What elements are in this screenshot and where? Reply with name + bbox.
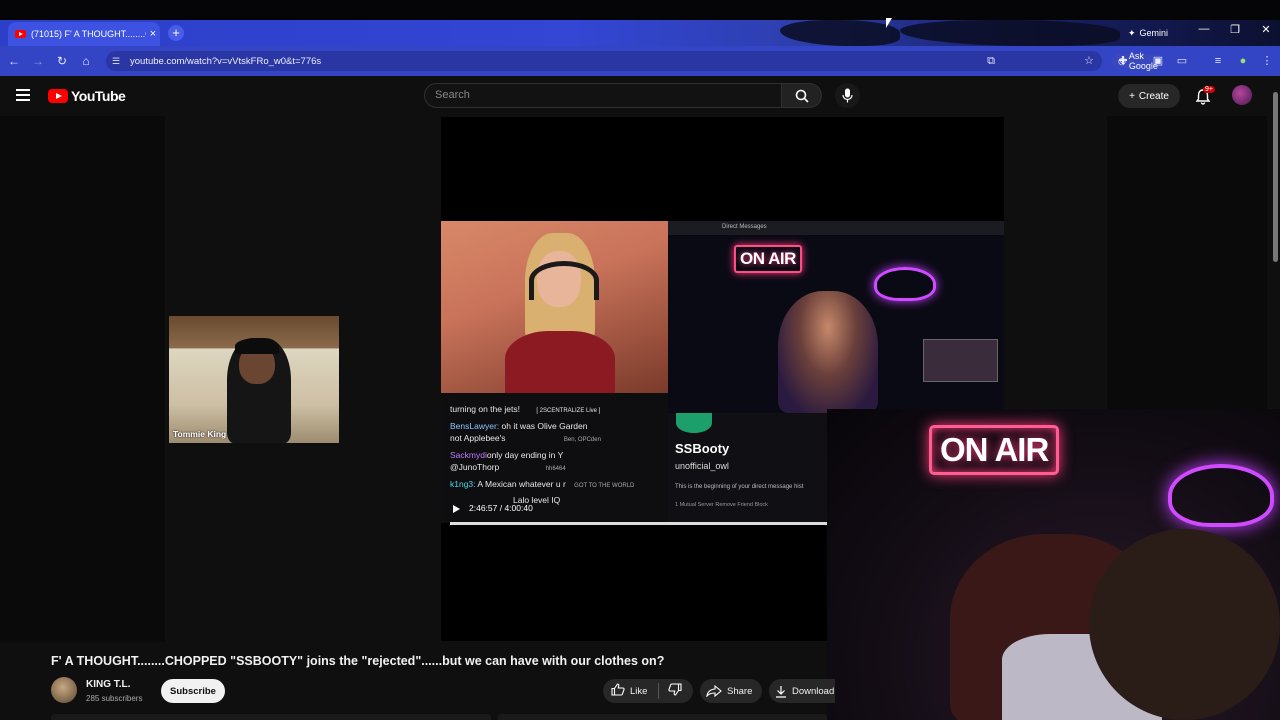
video-frame-streamer-right: Direct Messages ON AIR bbox=[668, 221, 1004, 413]
like-divider bbox=[658, 683, 660, 699]
window-minimize-button[interactable]: — bbox=[1194, 23, 1214, 35]
dm-handle: unofficial_owl bbox=[675, 461, 729, 471]
streamer-figure bbox=[778, 291, 878, 413]
mouse-cursor bbox=[886, 18, 892, 28]
guide-menu-icon[interactable] bbox=[16, 89, 30, 101]
webcam-overlay-tommie: Tommie King bbox=[169, 316, 339, 443]
chat-line: not Applebee's Ben, OPCden bbox=[450, 433, 601, 443]
create-label: Create bbox=[1138, 90, 1169, 102]
youtube-wordmark: YouTube bbox=[71, 88, 126, 104]
chat-line: turning on the jets! [ 2SCENTRALIZE Live… bbox=[450, 404, 601, 414]
search-input[interactable]: Search bbox=[424, 83, 782, 108]
page-scrollbar[interactable] bbox=[1273, 92, 1278, 262]
picture-in-picture-cam bbox=[923, 339, 998, 382]
chat-line: k1ng3: A Mexican whatever u r GOT TO THE… bbox=[450, 479, 635, 489]
chat-line: BensLawyer: oh it was Olive Garden bbox=[450, 421, 588, 431]
back-arrow-icon[interactable]: ← bbox=[6, 53, 22, 69]
dm-actions-text: 1 Mutual Server Remove Friend Block bbox=[675, 502, 768, 508]
share-arrow-icon bbox=[706, 685, 722, 697]
on-air-sign-large: ON AIR bbox=[929, 425, 1060, 475]
like-button-label[interactable]: Like bbox=[630, 686, 647, 697]
subscriber-count: 285 subscribers bbox=[86, 694, 143, 703]
gemini-button[interactable]: ✦ Gemini bbox=[1122, 25, 1174, 41]
webcam-name-label: Tommie King bbox=[173, 429, 227, 439]
forward-arrow-icon[interactable]: → bbox=[30, 53, 46, 69]
dislike-icon[interactable] bbox=[668, 683, 682, 699]
stream-timecode: 2:46:57 / 4:00:40 bbox=[469, 503, 533, 513]
related-panel-edge bbox=[498, 714, 827, 720]
reload-icon[interactable]: ↻ bbox=[54, 53, 70, 69]
site-info-icon[interactable]: ☰ bbox=[112, 56, 126, 67]
video-title: F' A THOUGHT........CHOPPED "SSBOOTY" jo… bbox=[51, 654, 665, 668]
create-button[interactable]: + Create bbox=[1118, 84, 1180, 108]
dm-username: SSBooty bbox=[675, 441, 730, 456]
stream-play-icon bbox=[453, 505, 460, 513]
neon-cat-sign-small bbox=[874, 267, 936, 301]
reading-mode-icon[interactable]: ▣ bbox=[1151, 54, 1165, 68]
chat-line: @JunoThorp hh6464 bbox=[450, 462, 566, 472]
youtube-masthead: YouTube Search + Create 9+ bbox=[0, 76, 1280, 116]
address-url[interactable]: youtube.com/watch?v=vVtskFRo_w0&t=776s bbox=[130, 56, 321, 67]
new-tab-button[interactable]: + bbox=[168, 25, 184, 41]
youtube-favicon-icon bbox=[15, 30, 26, 38]
youtube-logo[interactable]: YouTube bbox=[48, 88, 126, 104]
subscribe-button[interactable]: Subscribe bbox=[161, 679, 225, 703]
dm-header-label: Direct Messages bbox=[722, 224, 767, 230]
profile-extension-icon[interactable]: ● bbox=[1236, 54, 1250, 68]
description-box-edge bbox=[51, 714, 491, 720]
browser-tab-bar: (71015) F' A THOUGHT........CH × + ✦ Gem… bbox=[0, 20, 1280, 46]
microphone-icon bbox=[842, 88, 853, 103]
install-app-icon[interactable]: ⧉ bbox=[984, 54, 998, 68]
dm-header-bar: Direct Messages bbox=[668, 221, 1004, 235]
cast-icon[interactable]: ▭ bbox=[1175, 54, 1189, 68]
share-button[interactable]: Share bbox=[700, 679, 762, 703]
dm-user-avatar bbox=[676, 413, 712, 433]
window-close-button[interactable]: ✕ bbox=[1256, 23, 1276, 36]
chat-line: Sackmydionly day ending in Y bbox=[450, 450, 564, 460]
wallpaper-tree-left bbox=[780, 20, 900, 46]
share-label: Share bbox=[727, 685, 753, 697]
gemini-label: Gemini bbox=[1139, 28, 1169, 38]
account-avatar[interactable] bbox=[1232, 85, 1252, 105]
search-placeholder: Search bbox=[435, 89, 470, 101]
video-frame-streamer-left bbox=[441, 221, 668, 393]
discord-dm-pane: SSBooty unofficial_owl This is the begin… bbox=[668, 413, 828, 523]
neon-cat-sign-large bbox=[1168, 464, 1274, 527]
voice-search-button[interactable] bbox=[835, 83, 860, 108]
screen-top-strip bbox=[0, 0, 1280, 20]
webcam-overlay-streamer: ON AIR bbox=[827, 409, 1280, 720]
bookmark-star-icon[interactable]: ☆ bbox=[1082, 54, 1096, 68]
browser-toolbar: ← → ↻ ⌂ ☰ youtube.com/watch?v=vVtskFRo_w… bbox=[0, 46, 1280, 76]
streamer-hair bbox=[1089, 529, 1280, 720]
tab-close-icon[interactable]: × bbox=[146, 28, 160, 40]
channel-avatar[interactable] bbox=[51, 677, 77, 703]
plus-icon: + bbox=[1129, 90, 1135, 102]
channel-name[interactable]: KING T.L. bbox=[86, 679, 130, 690]
download-button[interactable]: Download bbox=[769, 679, 835, 703]
home-icon[interactable]: ⌂ bbox=[78, 53, 94, 69]
dm-intro-text: This is the beginning of your direct mes… bbox=[675, 484, 804, 490]
address-bar[interactable]: ☰ youtube.com/watch?v=vVtskFRo_w0&t=776s… bbox=[106, 51, 1164, 71]
youtube-play-logo-icon bbox=[48, 89, 68, 103]
download-label: Download bbox=[792, 685, 835, 697]
ambient-glow-left bbox=[0, 116, 165, 642]
like-icon[interactable] bbox=[611, 683, 625, 699]
tab-search-icon[interactable]: ≡ bbox=[1211, 54, 1225, 68]
stream-progress-bar bbox=[450, 522, 827, 525]
tab-title: (71015) F' A THOUGHT........CH bbox=[31, 29, 146, 39]
wallpaper-tree-right bbox=[900, 20, 1120, 46]
on-air-sign-small: ON AIR bbox=[734, 245, 802, 273]
search-button[interactable] bbox=[782, 83, 822, 108]
extensions-puzzle-icon[interactable]: ✚ bbox=[1116, 54, 1130, 68]
download-icon bbox=[776, 685, 786, 698]
like-dislike-group: Like bbox=[603, 679, 693, 703]
search-icon bbox=[795, 89, 809, 103]
browser-tab-active[interactable]: (71015) F' A THOUGHT........CH × bbox=[8, 22, 160, 46]
notification-count-badge: 9+ bbox=[1203, 86, 1215, 93]
gemini-sparkle-icon: ✦ bbox=[1128, 27, 1136, 38]
window-restore-button[interactable]: ❐ bbox=[1225, 23, 1245, 36]
browser-menu-icon[interactable]: ⋮ bbox=[1260, 54, 1274, 68]
